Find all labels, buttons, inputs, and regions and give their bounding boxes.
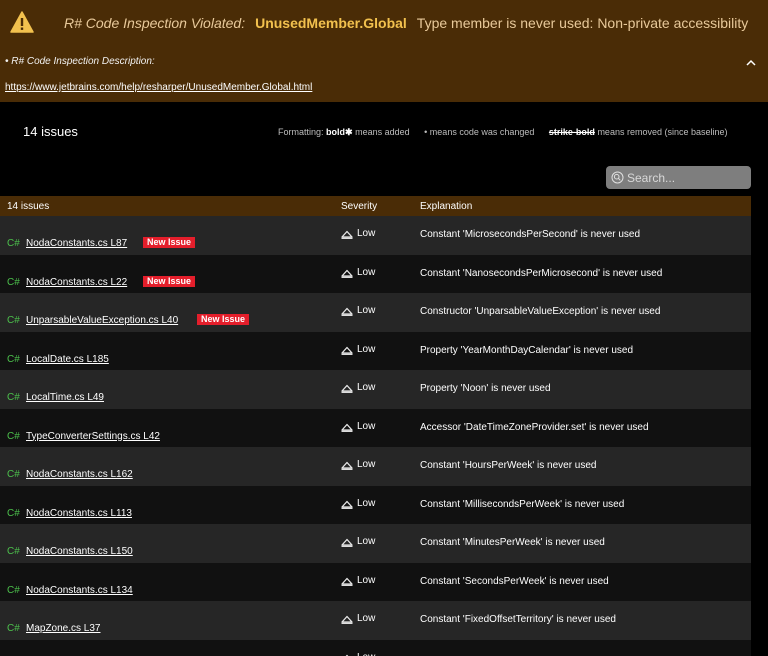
severity-low-icon [341, 307, 353, 316]
issue-explanation: Constant 'SecondsPerWeek' is never used [420, 575, 609, 587]
table-row[interactable]: Low [0, 639, 751, 656]
table-header: 14 issues Severity Explanation [0, 196, 751, 216]
severity-low-icon [341, 538, 353, 547]
issues-table: 14 issues Severity Explanation C# NodaCon… [0, 196, 751, 656]
severity-label: Low [357, 574, 376, 586]
severity-low-icon [341, 615, 353, 624]
severity-label: Low [357, 652, 375, 656]
issue-explanation: Constant 'FixedOffsetTerritory' is never… [420, 614, 616, 625]
csharp-language-tag: C# [7, 469, 20, 480]
table-row[interactable]: C# LocalDate.cs L185 Low Property 'YearMont… [0, 331, 751, 370]
csharp-language-tag: C# [7, 276, 20, 288]
issue-file-link[interactable]: NodaConstants.cs L113 [26, 508, 132, 519]
issue-explanation: Constructor 'UnparsableValueException' i… [420, 306, 661, 317]
severity-label: Low [357, 613, 376, 624]
table-body: C# NodaConstants.cs L87 New Issue Low Consta… [0, 216, 751, 656]
severity-label: Low [357, 420, 376, 432]
severity-low-icon [341, 577, 353, 586]
csharp-language-tag: C# [7, 315, 20, 326]
issue-file-link[interactable]: NodaConstants.cs L87 [26, 238, 127, 249]
legend-changed: • means code was changed [424, 127, 535, 137]
severity-low-icon [341, 423, 353, 432]
severity-label: Low [357, 228, 376, 239]
csharp-language-tag: C# [7, 623, 20, 634]
severity-label: Low [357, 266, 376, 278]
severity-low-icon [341, 461, 353, 470]
legend-bold: bold✱ [326, 127, 353, 137]
issue-explanation: Constant 'MinutesPerWeek' is never used [420, 537, 605, 548]
formatting-legend: Formatting: bold✱ means added • means co… [278, 127, 728, 138]
severity-label: Low [357, 536, 376, 547]
issue-explanation: Constant 'HoursPerWeek' is never used [420, 460, 597, 471]
search-box[interactable] [606, 166, 751, 189]
new-issue-badge: New Issue [143, 237, 196, 248]
severity-low-icon [341, 230, 353, 239]
issue-file-link[interactable]: LocalTime.cs L49 [26, 392, 104, 403]
severity-low-icon [341, 500, 353, 509]
table-row[interactable]: C# TypeConverterSettings.cs L42 Low Accesso… [0, 408, 751, 447]
documentation-link[interactable]: https://www.jetbrains.com/help/resharper… [5, 82, 312, 93]
issue-file-link[interactable]: LocalDate.cs L185 [26, 354, 109, 365]
severity-low-icon [341, 269, 353, 278]
issue-file-link[interactable]: TypeConverterSettings.cs L42 [26, 431, 160, 442]
issue-explanation: Accessor 'DateTimeZoneProvider.set' is n… [420, 421, 649, 433]
severity-label: Low [357, 305, 376, 316]
table-row[interactable]: C# LocalTime.cs L49 Low Property 'Noon' is … [0, 370, 751, 409]
severity-low-icon [341, 346, 353, 355]
table-row[interactable]: C# NodaConstants.cs L162 Low Constant 'Hour… [0, 447, 751, 486]
issue-explanation: Constant 'MicrosecondsPerSecond' is neve… [420, 229, 641, 240]
issue-file-link[interactable]: NodaConstants.cs L162 [26, 469, 133, 480]
search-icon [611, 171, 624, 184]
issue-explanation: Constant 'MillisecondsPerWeek' is never … [420, 498, 625, 510]
rule-name: UnusedMember.Global [255, 15, 407, 31]
table-row[interactable]: C# NodaConstants.cs L150 Low Constant 'Minu… [0, 524, 751, 563]
legend-bold-suffix: means added [355, 127, 410, 137]
header-issues[interactable]: 14 issues [7, 201, 49, 212]
severity-label: Low [357, 343, 376, 355]
issue-explanation: Property 'Noon' is never used [420, 383, 551, 394]
issue-file-link[interactable]: MapZone.cs L37 [26, 623, 101, 634]
header-severity[interactable]: Severity [341, 201, 377, 212]
violated-label: R# Code Inspection Violated: [64, 15, 246, 31]
table-row[interactable]: C# NodaConstants.cs L22 New Issue Low Consta… [0, 254, 751, 293]
chevron-up-icon[interactable] [744, 56, 758, 70]
issue-explanation: Constant 'NanosecondsPerMicrosecond' is … [420, 267, 663, 279]
csharp-language-tag: C# [7, 584, 20, 596]
search-input[interactable] [627, 166, 747, 189]
warning-icon [10, 11, 34, 33]
new-issue-badge: New Issue [143, 275, 196, 287]
issue-file-link[interactable]: NodaConstants.cs L150 [26, 546, 133, 557]
csharp-language-tag: C# [7, 238, 20, 249]
description-label: • R# Code Inspection Description: [5, 56, 155, 67]
legend-strike-suffix: means removed (since baseline) [597, 127, 728, 137]
issue-file-link[interactable]: NodaConstants.cs L22 [26, 277, 127, 288]
severity-label: Low [357, 497, 376, 509]
legend-strike: strike-bold [548, 127, 595, 137]
severity-low-icon [341, 384, 353, 393]
inspection-banner: R# Code Inspection Violated: UnusedMember… [0, 0, 768, 102]
issue-explanation: Property 'YearMonthDayCalendar' is never… [420, 344, 634, 356]
severity-label: Low [357, 382, 376, 393]
csharp-language-tag: C# [7, 507, 20, 519]
inspection-title: R# Code Inspection Violated: UnusedMember… [64, 15, 748, 31]
table-row[interactable]: C# NodaConstants.cs L113 Low Constant 'Mill… [0, 485, 751, 524]
new-issue-badge: New Issue [197, 314, 250, 325]
table-row[interactable]: C# MapZone.cs L37 Low Constant 'FixedOffset… [0, 601, 751, 640]
csharp-language-tag: C# [7, 546, 20, 557]
header-explanation[interactable]: Explanation [420, 201, 472, 212]
csharp-language-tag: C# [7, 353, 20, 365]
table-row[interactable]: C# NodaConstants.cs L87 New Issue Low Consta… [0, 216, 751, 255]
severity-label: Low [357, 459, 376, 470]
issue-file-link[interactable]: UnparsableValueException.cs L40 [26, 315, 178, 326]
rule-message: Type member is never used: Non-private a… [416, 15, 749, 31]
csharp-language-tag: C# [7, 392, 20, 403]
table-row[interactable]: C# NodaConstants.cs L134 Low Constant 'Seco… [0, 562, 751, 601]
issue-file-link[interactable]: NodaConstants.cs L134 [26, 585, 133, 596]
legend-prefix: Formatting: [278, 127, 324, 137]
issue-count: 14 issues [23, 124, 78, 139]
table-row[interactable]: C# UnparsableValueException.cs L40 New Iss… [0, 293, 751, 332]
csharp-language-tag: C# [7, 430, 20, 442]
